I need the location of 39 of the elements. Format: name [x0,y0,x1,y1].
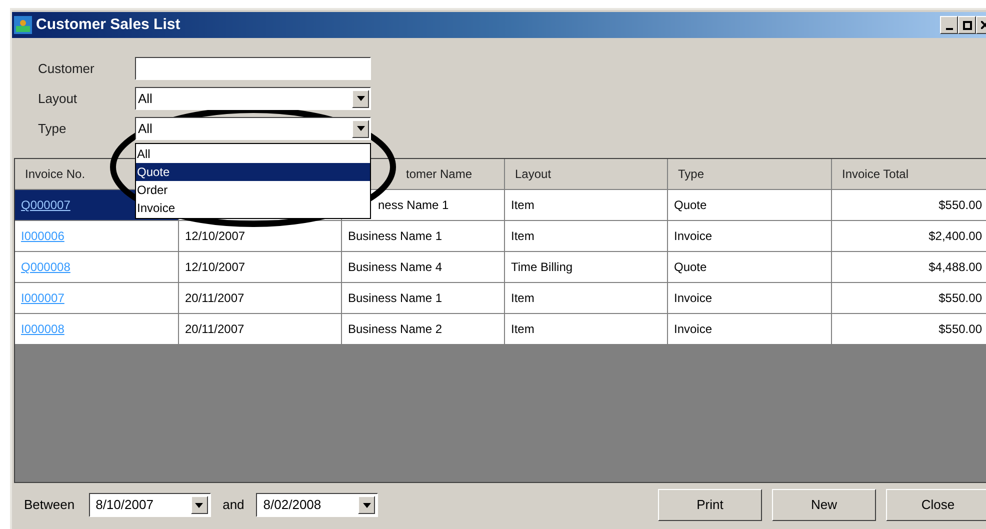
caret-icon [362,502,371,508]
field-label: Type [38,120,68,138]
dropdown-button[interactable] [352,90,369,108]
combo-value: All [138,90,152,108]
maximize-icon [962,20,972,30]
layout-dropdown[interactable]: All [135,87,371,110]
dropdown-button[interactable] [358,496,376,514]
field-label: Layout [38,90,78,108]
dialog-button[interactable]: Print [658,489,762,521]
dropdown-button[interactable] [352,120,369,138]
customer-input[interactable] [135,57,371,80]
date-value: 8/10/2007 [96,496,154,514]
maximize-button[interactable] [958,16,976,34]
invoice-link[interactable]: Q000007 [21,196,70,214]
table-cell: Invoice [668,314,832,345]
type-dropdown[interactable]: All [135,117,371,140]
date-picker[interactable]: 8/02/2008 [256,493,378,517]
app-icon [14,16,32,34]
minimize-button[interactable] [940,16,958,34]
caret-icon [356,126,364,131]
dropdown-option[interactable]: Quote [136,163,370,181]
table-cell: 20/11/2007 [179,314,342,345]
field-label: and [222,496,244,514]
dialog-button[interactable]: New [772,489,876,521]
date-picker[interactable]: 8/10/2007 [88,493,211,517]
field-label: Between [24,496,75,514]
window-title: Customer Sales List [36,14,182,35]
dropdown-button[interactable] [190,496,208,514]
table-cell: $550.00 [832,314,986,345]
table-cell: Business Name 2 [342,314,505,345]
caret-icon [356,96,364,101]
date-value: 8/02/2008 [263,496,322,514]
field-label: Customer [38,60,96,78]
combo-value: All [138,120,152,138]
dialog-button[interactable]: Close [886,489,986,521]
dropdown-list[interactable]: All Quote Order Invoice [135,143,371,219]
minimize-icon [946,28,952,30]
table-cell: Item [505,314,668,345]
caret-icon [195,502,204,508]
